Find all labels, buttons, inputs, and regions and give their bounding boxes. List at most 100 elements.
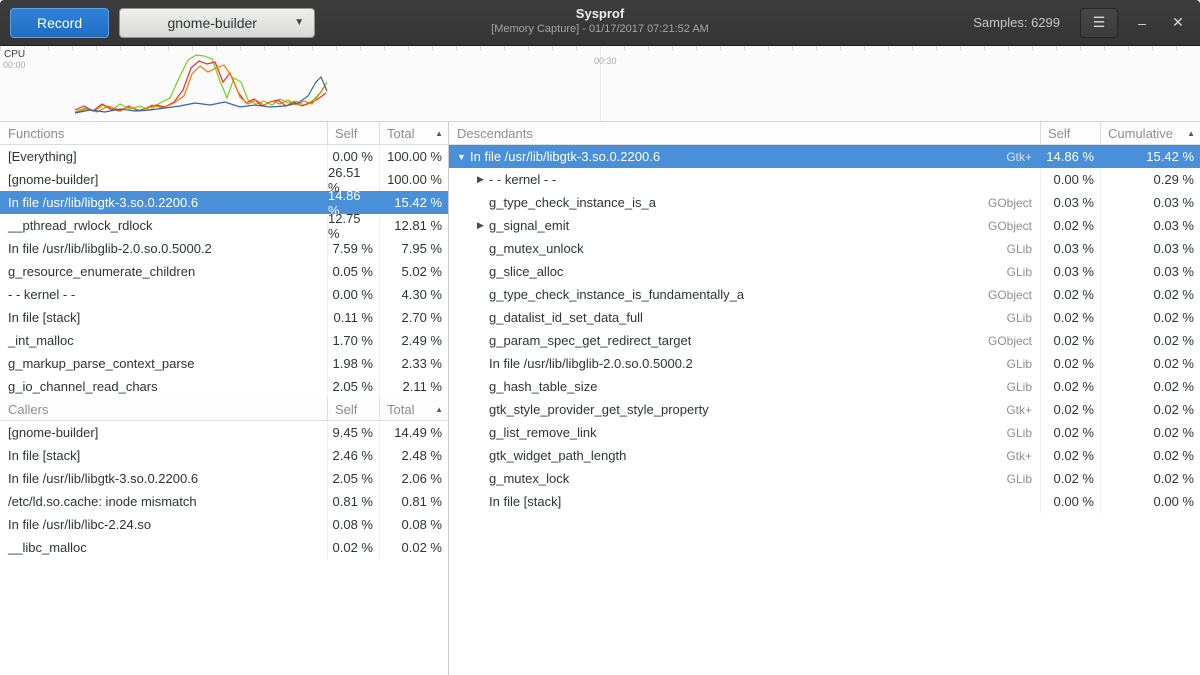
tree-row[interactable]: g_type_check_instance_is_fundamentally_a… [449,283,1200,306]
tree-row[interactable]: g_datalist_id_set_data_fullGLib0.02 %0.0… [449,306,1200,329]
function-name: [gnome-builder] [0,168,327,191]
column-header-descendants[interactable]: Descendants [449,122,1040,144]
expander-collapsed-icon[interactable]: ▶ [472,220,489,231]
table-row[interactable]: In file /usr/lib/libgtk-3.so.0.2200.614.… [0,191,448,214]
function-name: g_signal_emit [489,218,569,233]
tree-row[interactable]: In file [stack]0.00 %0.00 % [449,490,1200,513]
cumulative-percent: 0.00 % [1100,490,1200,513]
tree-row[interactable]: g_list_remove_linkGLib0.02 %0.02 % [449,421,1200,444]
tree-row[interactable]: ▶- - kernel - -0.00 %0.29 % [449,168,1200,191]
self-percent: 0.02 % [1040,375,1100,398]
column-header-cumulative[interactable]: Cumulative ▲ [1100,122,1200,144]
self-percent: 0.03 % [1040,260,1100,283]
function-name: g_markup_parse_context_parse [0,352,327,375]
table-row[interactable]: In file [stack]2.46 %2.48 % [0,444,448,467]
tree-row[interactable]: gtk_widget_path_lengthGtk+0.02 %0.02 % [449,444,1200,467]
callers-table: [gnome-builder]9.45 %14.49 %In file [sta… [0,421,448,559]
menu-button[interactable]: ☰ [1080,8,1118,38]
cpu-usage-graph[interactable]: CPU 00:00 00:30 [0,46,1200,122]
tree-row[interactable]: g_param_spec_get_redirect_targetGObject0… [449,329,1200,352]
self-percent: 9.45 % [327,421,379,444]
self-percent: 0.00 % [327,283,379,306]
tree-row[interactable]: In file /usr/lib/libglib-2.0.so.0.5000.2… [449,352,1200,375]
samples-count: Samples: 6299 [973,15,1060,30]
tree-row[interactable]: g_slice_allocGLib0.03 %0.03 % [449,260,1200,283]
table-row[interactable]: In file /usr/lib/libglib-2.0.so.0.5000.2… [0,237,448,260]
total-percent: 2.06 % [379,467,448,490]
process-selector-dropdown[interactable]: gnome-builder ▼ [119,8,315,38]
self-percent: 0.02 % [1040,306,1100,329]
table-row[interactable]: g_resource_enumerate_children0.05 %5.02 … [0,260,448,283]
callers-table-header: Callers Self Total ▲ [0,398,448,421]
tree-row[interactable]: g_mutex_lockGLib0.02 %0.02 % [449,467,1200,490]
table-row[interactable]: __pthread_rwlock_rdlock12.75 %12.81 % [0,214,448,237]
descendants-table-header: Descendants Self Cumulative ▲ [449,122,1200,145]
expander-expanded-icon[interactable]: ▼ [453,152,470,162]
column-header-cumulative-label: Cumulative [1108,126,1173,141]
cumulative-percent: 0.02 % [1100,306,1200,329]
function-name: In file [stack] [0,306,327,329]
cumulative-percent: 0.03 % [1100,214,1200,237]
column-header-callers[interactable]: Callers [0,398,327,420]
record-button[interactable]: Record [10,8,109,38]
tree-row[interactable]: gtk_style_provider_get_style_propertyGtk… [449,398,1200,421]
table-row[interactable]: /etc/ld.so.cache: inode mismatch0.81 %0.… [0,490,448,513]
table-row[interactable]: [Everything]0.00 %100.00 % [0,145,448,168]
self-percent: 2.05 % [327,375,379,398]
column-header-total[interactable]: Total ▲ [379,398,448,420]
column-header-functions[interactable]: Functions [0,122,327,144]
table-row[interactable]: [gnome-builder]26.51 %100.00 % [0,168,448,191]
tree-row[interactable]: ▼In file /usr/lib/libgtk-3.so.0.2200.6Gt… [449,145,1200,168]
table-row[interactable]: _int_malloc1.70 %2.49 % [0,329,448,352]
column-header-self[interactable]: Self [327,122,379,144]
library-badge: GLib [997,311,1040,325]
expander-collapsed-icon[interactable]: ▶ [472,174,489,185]
tree-row[interactable]: ▶g_signal_emitGObject0.02 %0.03 % [449,214,1200,237]
table-row[interactable]: g_markup_parse_context_parse1.98 %2.33 % [0,352,448,375]
self-percent: 0.81 % [327,490,379,513]
total-percent: 0.02 % [379,536,448,559]
cpu-graph-label: CPU [4,49,28,60]
column-header-self[interactable]: Self [327,398,379,420]
table-row[interactable]: In file /usr/lib/libc-2.24.so0.08 %0.08 … [0,513,448,536]
total-percent: 15.42 % [379,191,448,214]
self-percent: 0.02 % [1040,214,1100,237]
table-row[interactable]: In file /usr/lib/libgtk-3.so.0.2200.6 2.0… [0,467,448,490]
table-row[interactable]: In file [stack]0.11 %2.70 % [0,306,448,329]
total-percent: 14.49 % [379,421,448,444]
self-percent: 1.98 % [327,352,379,375]
self-percent: 0.08 % [327,513,379,536]
table-row[interactable]: - - kernel - -0.00 %4.30 % [0,283,448,306]
tree-row[interactable]: g_mutex_unlockGLib0.03 %0.03 % [449,237,1200,260]
total-percent: 2.33 % [379,352,448,375]
self-percent: 0.00 % [1040,168,1100,191]
function-name: g_type_check_instance_is_fundamentally_a [489,287,744,302]
close-button[interactable]: ✕ [1166,11,1190,35]
timeline-start-label: 00:00 [3,60,26,70]
self-percent: 0.05 % [327,260,379,283]
sort-indicator-icon: ▲ [435,129,443,138]
cumulative-percent: 0.02 % [1100,283,1200,306]
minimize-button[interactable]: – [1130,11,1154,35]
close-icon: ✕ [1172,14,1184,31]
column-header-total[interactable]: Total ▲ [379,122,448,144]
tree-row[interactable]: g_type_check_instance_is_aGObject0.03 %0… [449,191,1200,214]
column-header-self[interactable]: Self [1040,122,1100,144]
function-name: g_hash_table_size [489,379,597,394]
descendant-name-cell: g_type_check_instance_is_aGObject [449,191,1040,214]
self-percent: 0.02 % [1040,352,1100,375]
cumulative-percent: 0.03 % [1100,260,1200,283]
cumulative-percent: 0.02 % [1100,329,1200,352]
total-percent: 0.08 % [379,513,448,536]
total-percent: 2.11 % [379,375,448,398]
function-name: g_list_remove_link [489,425,597,440]
table-row[interactable]: [gnome-builder]9.45 %14.49 % [0,421,448,444]
table-row[interactable]: __libc_malloc0.02 %0.02 % [0,536,448,559]
table-row[interactable]: g_io_channel_read_chars2.05 %2.11 % [0,375,448,398]
self-percent: 0.02 % [1040,398,1100,421]
total-percent: 7.95 % [379,237,448,260]
function-name: In file /usr/lib/libgtk-3.so.0.2200.6 [0,467,327,490]
descendant-name-cell: g_datalist_id_set_data_fullGLib [449,306,1040,329]
hamburger-icon: ☰ [1093,14,1106,30]
tree-row[interactable]: g_hash_table_sizeGLib0.02 %0.02 % [449,375,1200,398]
